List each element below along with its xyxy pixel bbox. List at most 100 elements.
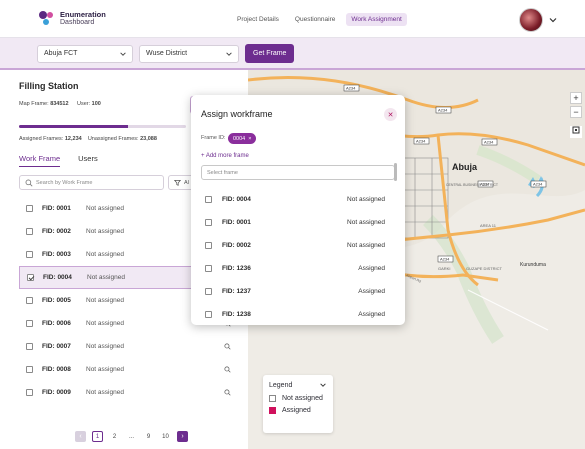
- map-legend: Legend Not assigned Assigned: [263, 375, 333, 433]
- row-status: Not assigned: [86, 297, 124, 304]
- row-fid: FID: 0005: [42, 297, 71, 304]
- chevron-down-icon[interactable]: [319, 381, 327, 389]
- table-row[interactable]: FID: 0007 Not assigned: [19, 335, 248, 358]
- page-1[interactable]: 1: [92, 431, 103, 442]
- zoom-to-frame-icon[interactable]: [224, 366, 231, 373]
- option-checkbox[interactable]: [205, 311, 212, 318]
- app-logo[interactable]: Enumeration Dashboard: [39, 11, 106, 27]
- tab-work-frame[interactable]: Work Frame: [19, 154, 61, 167]
- tab-users[interactable]: Users: [78, 154, 98, 167]
- page-10[interactable]: 10: [160, 431, 171, 442]
- option-fid: FID: 0002: [222, 242, 251, 249]
- search-icon: [25, 179, 33, 187]
- zoom-in-button[interactable]: +: [570, 92, 582, 104]
- row-checkbox[interactable]: [26, 228, 33, 235]
- table-row[interactable]: FID: 0009 Not assigned: [19, 381, 248, 404]
- chevron-down-icon[interactable]: [548, 15, 558, 25]
- page-2[interactable]: 2: [109, 431, 120, 442]
- list-item[interactable]: FID: 1238 Assigned: [201, 303, 395, 326]
- chevron-down-icon: [120, 52, 126, 56]
- option-status: Not assigned: [347, 196, 385, 203]
- modal-scrollbar[interactable]: [394, 163, 397, 181]
- option-checkbox[interactable]: [205, 265, 212, 272]
- row-checkbox[interactable]: [27, 274, 34, 281]
- map-frame-info: Map Frame: 834512: [19, 101, 69, 107]
- option-status: Assigned: [358, 265, 385, 272]
- road-shield: A234: [438, 108, 448, 113]
- legend-title: Legend: [269, 381, 293, 389]
- row-status: Not assigned: [86, 205, 124, 212]
- list-item[interactable]: FID: 1236 Assigned: [201, 257, 395, 280]
- frame-id-label: Frame ID:: [201, 135, 226, 141]
- option-checkbox[interactable]: [205, 196, 212, 203]
- nav-questionnaire[interactable]: Questionnaire: [290, 13, 340, 26]
- list-item[interactable]: FID: 0002 Not assigned: [201, 234, 395, 257]
- assigned-value: 12,234: [64, 136, 82, 142]
- nav-project-details[interactable]: Project Details: [232, 13, 284, 26]
- district-select[interactable]: Wuse District: [139, 45, 239, 63]
- state-select[interactable]: Abuja FCT: [37, 45, 133, 63]
- row-status: Not assigned: [87, 274, 125, 281]
- add-more-frame-link[interactable]: + Add more frame: [201, 153, 249, 159]
- list-item[interactable]: FID: 0004 Not assigned: [201, 188, 395, 211]
- row-checkbox[interactable]: [26, 343, 33, 350]
- legend-swatch-not-assigned: [269, 395, 276, 402]
- select-frame-input[interactable]: Select frame: [201, 165, 395, 180]
- row-checkbox[interactable]: [26, 205, 33, 212]
- row-status: Not assigned: [86, 320, 124, 327]
- row-fid: FID: 0007: [42, 343, 71, 350]
- assignment-progress-fill: [19, 125, 128, 128]
- assign-workframe-modal: Assign workframe ✕ Frame ID: 0004 × + Ad…: [191, 95, 405, 325]
- user-label: User:: [77, 101, 91, 107]
- map-label-kurunduma: Kurunduma: [520, 262, 546, 268]
- map-label-area11: AREA 11: [480, 223, 497, 228]
- road-shield: A234: [440, 257, 450, 262]
- legend-assigned: Assigned: [269, 407, 327, 414]
- option-checkbox[interactable]: [205, 219, 212, 226]
- legend-label: Not assigned: [282, 395, 323, 402]
- frame-counts: Assigned Frames: 12,234 Unassigned Frame…: [19, 136, 157, 142]
- option-fid: FID: 1236: [222, 265, 251, 272]
- search-input[interactable]: Search by Work Frame: [19, 175, 164, 190]
- option-fid: FID: 1237: [222, 288, 251, 295]
- zoom-to-frame-icon[interactable]: [224, 343, 231, 350]
- chip-close-icon[interactable]: ×: [248, 136, 251, 142]
- legend-label: Assigned: [282, 407, 311, 414]
- option-fid: FID: 1238: [222, 311, 251, 318]
- close-icon[interactable]: ✕: [384, 108, 397, 121]
- layers-button[interactable]: [570, 126, 582, 138]
- user-value: 100: [91, 101, 101, 107]
- list-item[interactable]: FID: 0001 Not assigned: [201, 211, 395, 234]
- legend-not-assigned: Not assigned: [269, 395, 327, 402]
- profile-menu[interactable]: [519, 8, 558, 32]
- page-9[interactable]: 9: [143, 431, 154, 442]
- map-frame-value: 834512: [50, 101, 69, 107]
- map-frame-label: Map Frame:: [19, 101, 49, 107]
- row-fid: FID: 0008: [42, 366, 71, 373]
- get-frame-button[interactable]: Get Frame: [245, 44, 295, 63]
- page-ellipsis: ...: [128, 433, 134, 440]
- list-item[interactable]: FID: 1237 Assigned: [201, 280, 395, 303]
- prev-page-button[interactable]: ‹: [75, 431, 86, 442]
- search-placeholder: Search by Work Frame: [36, 180, 93, 186]
- avatar[interactable]: [519, 8, 543, 32]
- table-row[interactable]: FID: 0008 Not assigned: [19, 358, 248, 381]
- filter-label: Al: [184, 180, 189, 186]
- unassigned-value: 23,088: [140, 136, 157, 142]
- option-checkbox[interactable]: [205, 242, 212, 249]
- nav-work-assignment[interactable]: Work Assignment: [346, 13, 407, 26]
- zoom-out-button[interactable]: −: [570, 106, 582, 118]
- logo-title: Enumeration: [60, 10, 106, 19]
- row-checkbox[interactable]: [26, 251, 33, 258]
- map-label-cbd: CENTRAL BUSINESS DISTRICT: [446, 183, 499, 187]
- option-checkbox[interactable]: [205, 288, 212, 295]
- row-checkbox[interactable]: [26, 366, 33, 373]
- row-checkbox[interactable]: [26, 320, 33, 327]
- logo-icon: [39, 11, 57, 27]
- zoom-to-frame-icon[interactable]: [224, 389, 231, 396]
- row-checkbox[interactable]: [26, 297, 33, 304]
- chevron-down-icon: [226, 52, 232, 56]
- next-page-button[interactable]: ›: [177, 431, 188, 442]
- user-info: User: 100: [77, 101, 101, 107]
- row-checkbox[interactable]: [26, 389, 33, 396]
